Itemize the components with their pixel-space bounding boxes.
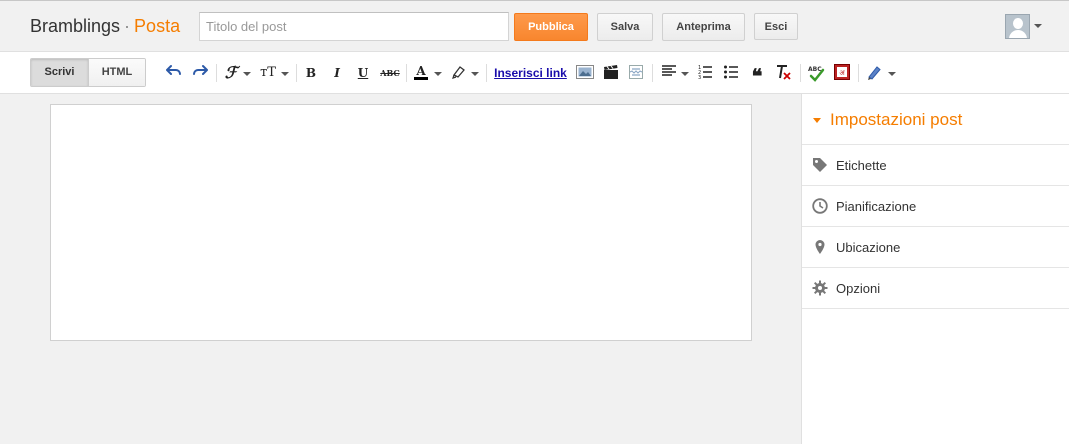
publish-button[interactable]: Pubblica (514, 13, 588, 41)
insert-video-icon[interactable] (602, 64, 620, 82)
toolbar-divider (296, 64, 297, 82)
sidebar-item-label: Pianificazione (836, 199, 917, 214)
bold-icon[interactable]: B (304, 64, 318, 82)
undo-icon[interactable] (165, 64, 183, 82)
mode-switch: Scrivi HTML (30, 58, 146, 87)
toolbar-divider (216, 64, 217, 82)
insert-image-icon[interactable] (576, 64, 594, 82)
sidebar-item-label: Etichette (836, 158, 887, 173)
sidebar-item-label: Opzioni (836, 281, 881, 296)
toolbar-divider (652, 64, 653, 82)
toolbar-divider (858, 64, 859, 82)
sidebar-item-schedule[interactable]: Pianificazione (802, 186, 1069, 227)
brand: Bramblings · Posta (30, 16, 180, 37)
gear-icon (812, 280, 828, 296)
pencil-icon[interactable] (866, 64, 882, 82)
blog-name[interactable]: Bramblings (30, 16, 120, 36)
sidebar-item-options[interactable]: Opzioni (802, 268, 1069, 309)
editor-toolbar: Scrivi HTML ℱ тT B I U ABC A Inserisci l… (0, 51, 1069, 94)
exit-button[interactable]: Esci (754, 13, 798, 40)
post-title-input[interactable] (199, 12, 509, 41)
brand-separator: · (124, 16, 131, 36)
sidebar-item-location[interactable]: Ubicazione (802, 227, 1069, 268)
bulleted-list-icon[interactable] (723, 64, 739, 82)
preview-button[interactable]: Anteprima (662, 13, 745, 41)
post-body-editor[interactable] (50, 104, 752, 341)
sidebar-item-label: Ubicazione (836, 240, 901, 255)
write-mode-button[interactable]: Scrivi (31, 59, 88, 86)
location-pin-icon (812, 239, 828, 255)
avatar[interactable] (1005, 14, 1030, 39)
spellcheck-icon[interactable]: ABC (807, 64, 825, 82)
underline-icon[interactable]: U (356, 64, 370, 82)
font-size-icon[interactable]: тT (260, 64, 276, 82)
italic-icon[interactable]: I (330, 64, 344, 82)
svg-text:A: A (415, 64, 426, 78)
highlight-chevron-down-icon[interactable] (471, 72, 479, 76)
align-chevron-down-icon[interactable] (681, 72, 689, 76)
sidebar-item-labels[interactable]: Etichette (802, 145, 1069, 186)
quote-icon[interactable]: ❝ (749, 64, 765, 88)
toolbar-divider (406, 64, 407, 82)
strikethrough-icon[interactable]: ABC (380, 64, 400, 82)
tag-icon (812, 157, 828, 173)
clear-formatting-icon[interactable] (775, 64, 791, 82)
section-name: Posta (134, 16, 181, 36)
svg-text:3: 3 (698, 75, 701, 80)
insert-link-button[interactable]: Inserisci link (494, 64, 567, 82)
font-family-icon[interactable]: ℱ (224, 64, 238, 82)
collapse-triangle-icon[interactable] (813, 118, 821, 123)
font-family-chevron-down-icon[interactable] (243, 72, 251, 76)
avatar-head (1013, 18, 1023, 29)
redo-icon[interactable] (191, 64, 209, 82)
numbered-list-icon[interactable]: 123 (697, 64, 713, 82)
post-settings-header[interactable]: Impostazioni post (802, 94, 1069, 145)
account-chevron-down-icon[interactable] (1034, 24, 1042, 28)
align-icon[interactable] (661, 64, 677, 82)
html-mode-button[interactable]: HTML (88, 59, 145, 86)
toolbar-divider (486, 64, 487, 82)
translit-icon[interactable]: अ (834, 64, 850, 82)
text-color-chevron-down-icon[interactable] (434, 72, 442, 76)
insert-jump-break-icon[interactable] (628, 64, 644, 82)
toolbar-divider (800, 64, 801, 82)
pencil-chevron-down-icon[interactable] (888, 72, 896, 76)
clock-icon (812, 198, 828, 214)
svg-text:अ: अ (839, 69, 845, 77)
post-settings-panel: Impostazioni post Etichette Pianificazio… (801, 94, 1069, 444)
highlight-icon[interactable] (451, 64, 467, 82)
avatar-body (1009, 30, 1027, 38)
font-size-chevron-down-icon[interactable] (281, 72, 289, 76)
top-bar: Bramblings·Posta Pubblica Salva Anteprim… (0, 0, 1069, 52)
text-color-icon[interactable]: A (413, 64, 429, 82)
save-button[interactable]: Salva (597, 13, 653, 41)
post-settings-title: Impostazioni post (830, 110, 963, 129)
